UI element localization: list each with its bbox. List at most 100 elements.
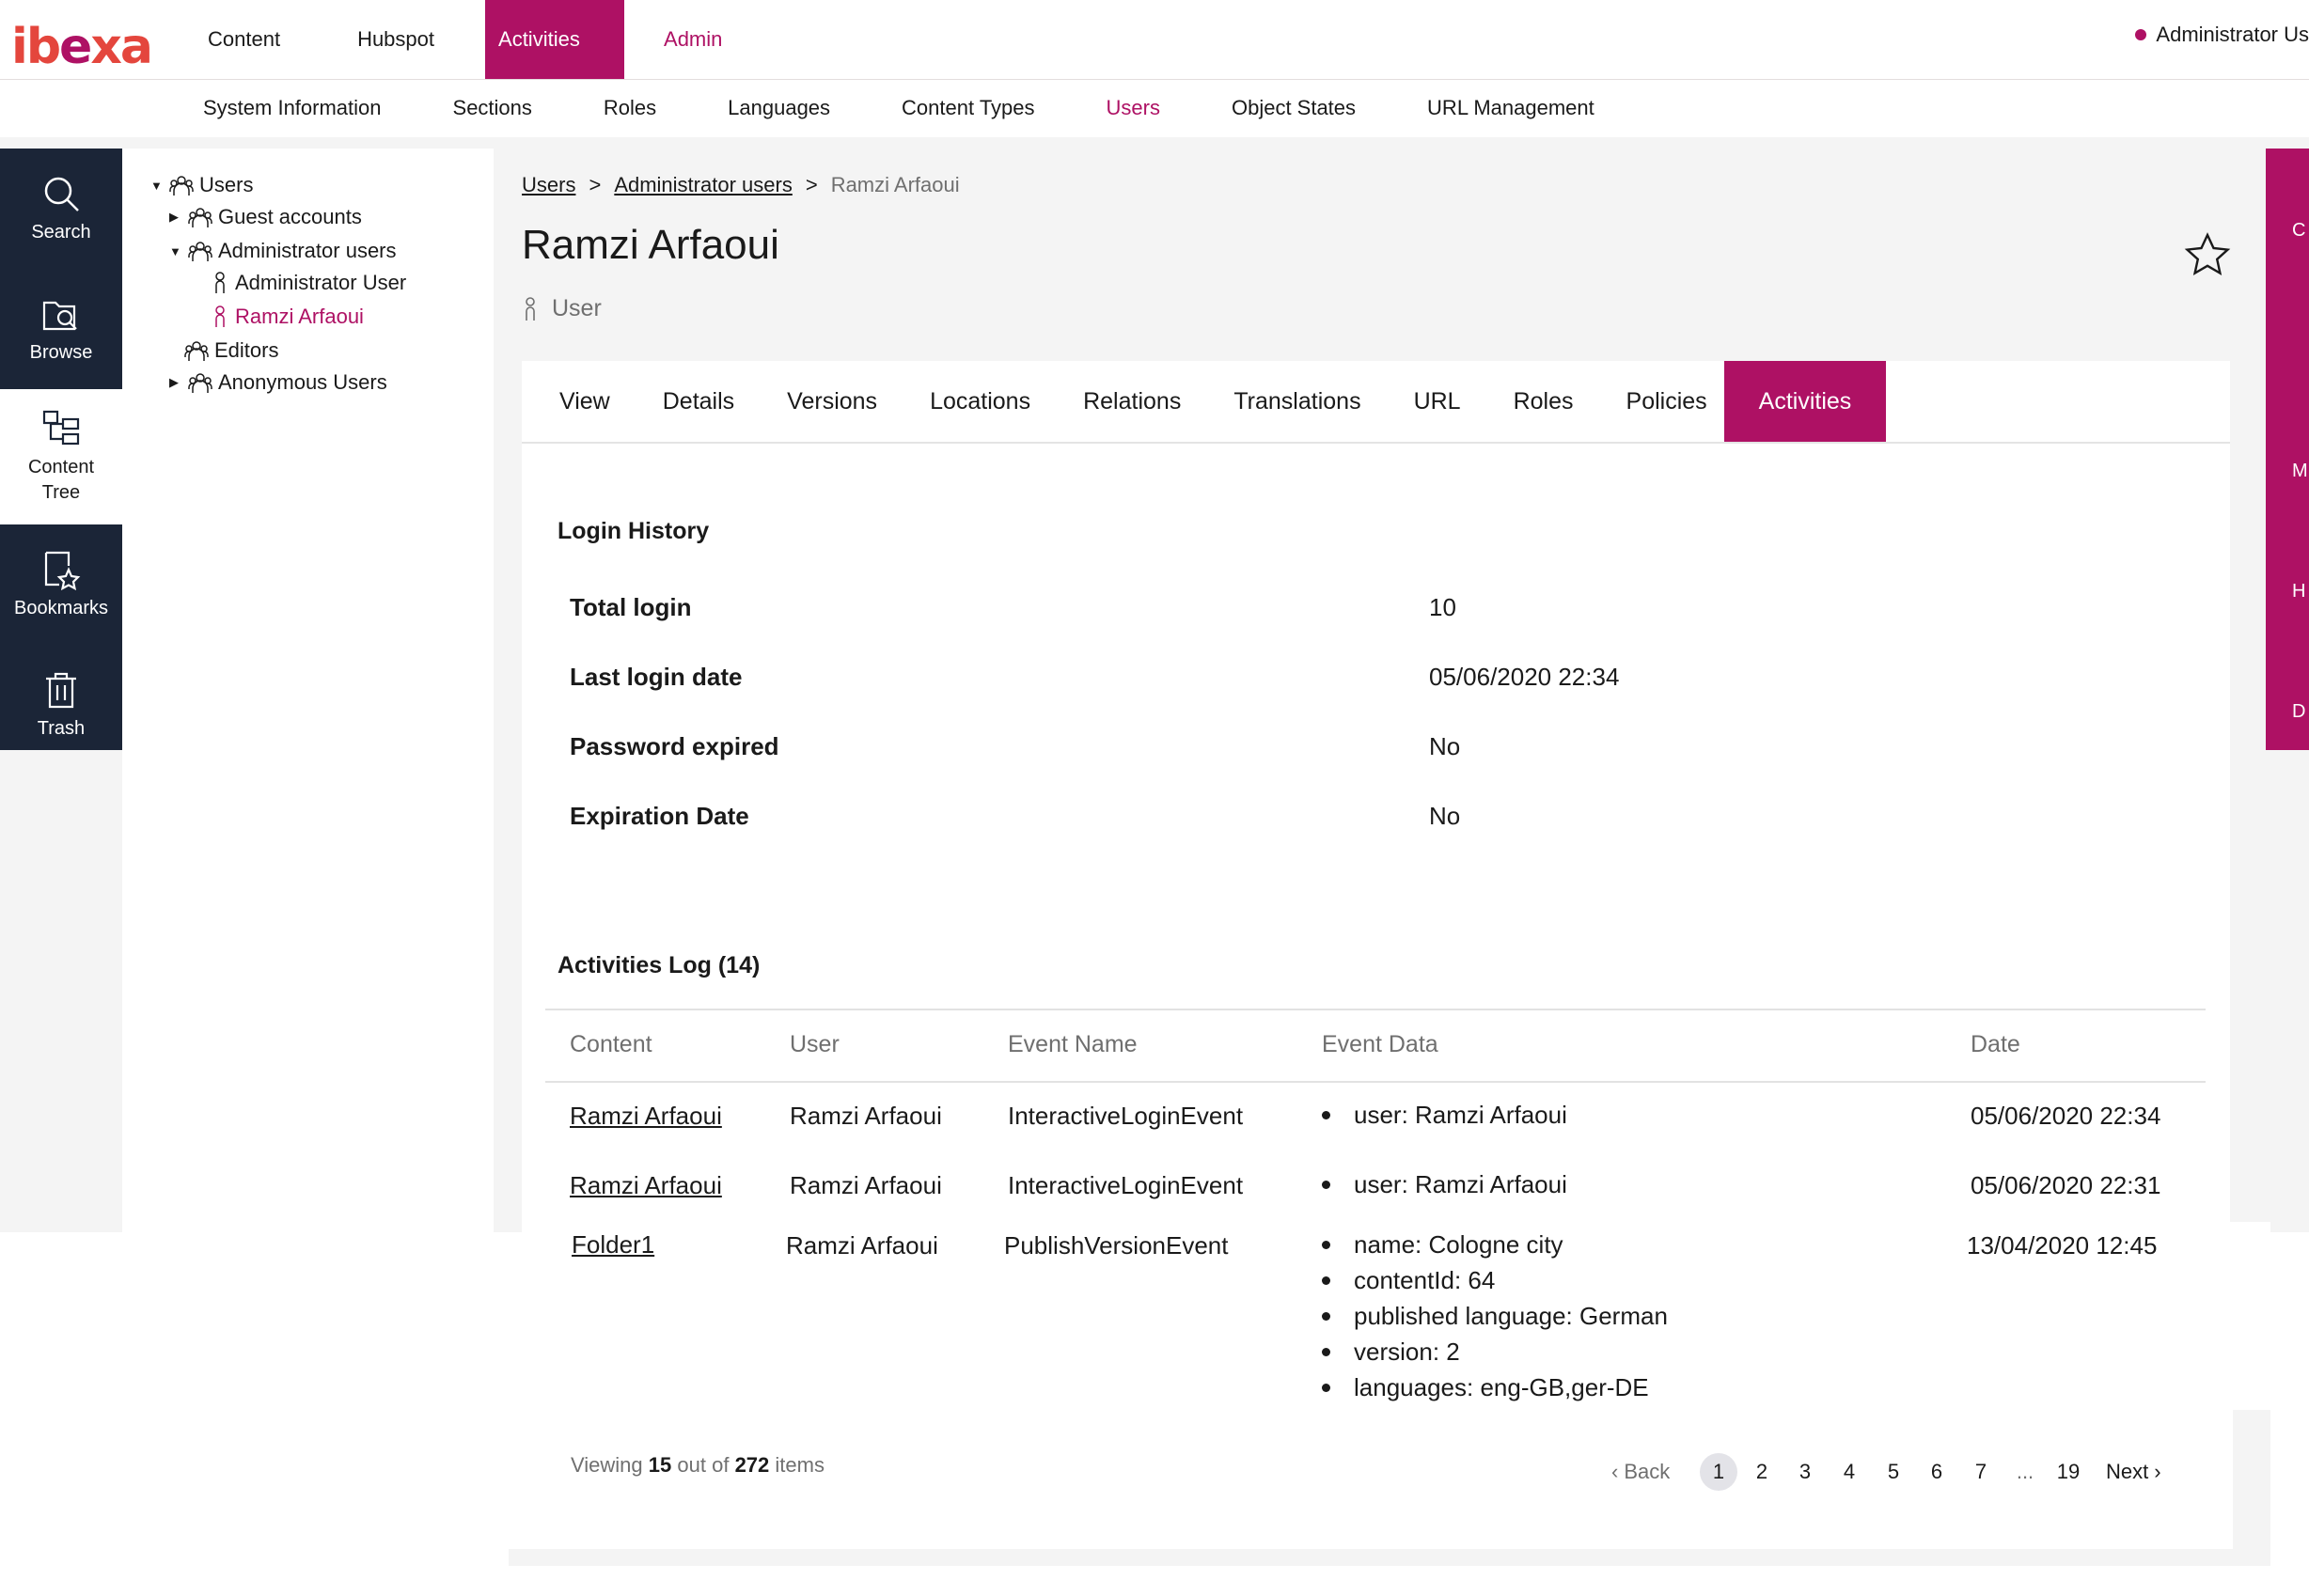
viewing-prefix: Viewing (571, 1453, 643, 1477)
pagination-ellipsis: ... (2016, 1460, 2034, 1483)
caret-collapsed-icon[interactable]: ▶ (169, 375, 182, 390)
tree-node-label: Administrator users (218, 239, 397, 262)
topnav-activities[interactable]: Activities (485, 0, 625, 79)
user-menu[interactable]: Administrator Us (2135, 23, 2309, 47)
subnav-system-information[interactable]: System Information (167, 80, 417, 136)
pagination-page-6[interactable]: 6 (1927, 1453, 1946, 1491)
total-login-label: Total login (570, 593, 692, 621)
bookmarks-icon (44, 551, 81, 590)
column-header-date: Date (1971, 1031, 2020, 1057)
sidebar-search-label: Search (31, 221, 91, 243)
bookmark-star-icon[interactable] (2183, 231, 2232, 280)
sidebar-browse-label: Browse (29, 341, 93, 363)
subnav-object-states[interactable]: Object States (1196, 80, 1391, 136)
row-2-user: Ramzi Arfaoui (790, 1171, 942, 1199)
content-tree-icon (42, 410, 80, 446)
tree-node-editors[interactable]: Editors (184, 338, 278, 363)
pagination-page-7[interactable]: 7 (1971, 1453, 1990, 1491)
tab-url[interactable]: URL (1388, 361, 1487, 442)
activities-log-heading: Activities Log (14) (558, 952, 761, 978)
pagination-page-3[interactable]: 3 (1796, 1453, 1814, 1491)
sidebar-trash-button[interactable]: Trash (0, 645, 122, 765)
user-icon (215, 272, 225, 293)
right-action-panel[interactable]: C M H D (2266, 149, 2309, 750)
column-header-event-data: Event Data (1322, 1031, 1438, 1057)
tab-versions[interactable]: Versions (761, 361, 903, 442)
topnav-content[interactable]: Content (177, 0, 314, 79)
tree-node-users[interactable]: ▼ Users (150, 173, 253, 197)
tab-policies[interactable]: Policies (1600, 361, 1724, 442)
pagination-next-button[interactable]: Next › (2106, 1453, 2161, 1491)
tree-node-administrator-users[interactable]: ▼ Administrator users (169, 239, 397, 263)
breadcrumb-users-link[interactable]: Users (522, 173, 575, 196)
pagination-page-2[interactable]: 2 (1752, 1453, 1771, 1491)
ibexa-logo[interactable]: ibexa (11, 19, 153, 75)
trash-icon (46, 672, 76, 708)
tab-roles[interactable]: Roles (1487, 361, 1600, 442)
breadcrumb-separator: > (805, 173, 818, 196)
pagination-next-label: Next (2106, 1460, 2149, 1483)
sidebar-browse-button[interactable]: Browse (0, 269, 122, 389)
expiration-date-value: No (1429, 802, 1461, 830)
breadcrumb-current: Ramzi Arfaoui (830, 173, 960, 196)
tree-node-label: Guest accounts (218, 205, 362, 228)
row-1-content-link[interactable]: Ramzi Arfaoui (570, 1102, 722, 1131)
admin-sub-navigation: System Information Sections Roles Langua… (0, 80, 2309, 136)
right-panel-letter: C (2292, 220, 2306, 241)
sidebar-bookmarks-button[interactable]: Bookmarks (0, 524, 122, 645)
row-1-date: 05/06/2020 22:34 (1971, 1102, 2161, 1130)
login-history-heading: Login History (558, 518, 710, 544)
search-icon (44, 177, 79, 211)
tab-activities[interactable]: Activities (1723, 361, 1887, 442)
pagination-page-4[interactable]: 4 (1840, 1453, 1859, 1491)
total-login-value: 10 (1429, 593, 1456, 621)
caret-expanded-icon[interactable]: ▼ (169, 244, 182, 258)
tree-node-label: Editors (214, 338, 279, 362)
tree-node-administrator-user[interactable]: Administrator User (211, 271, 406, 295)
tab-details[interactable]: Details (636, 361, 761, 442)
pagination-page-1[interactable]: 1 (1700, 1453, 1737, 1491)
caret-collapsed-icon[interactable]: ▶ (169, 210, 182, 225)
row-2-content-link[interactable]: Ramzi Arfaoui (570, 1171, 722, 1200)
breadcrumb-administrator-users-link[interactable]: Administrator users (614, 173, 793, 196)
sidebar-content-tree-button[interactable]: Content Tree (0, 389, 122, 524)
tree-node-anonymous-users[interactable]: ▶ Anonymous Users (169, 370, 387, 395)
pagination-back-button[interactable]: ‹ Back (1611, 1453, 1670, 1491)
last-login-date-value: 05/06/2020 22:34 (1429, 663, 1620, 691)
event-data-item: contentId: 64 (1316, 1262, 1668, 1298)
row-3-content-link[interactable]: Folder1 (572, 1230, 654, 1260)
tab-relations[interactable]: Relations (1057, 361, 1207, 442)
sidebar-bookmarks-label: Bookmarks (13, 597, 109, 618)
password-expired-value: No (1429, 732, 1461, 760)
status-dot-icon (2135, 29, 2147, 40)
caret-expanded-icon[interactable]: ▼ (150, 179, 164, 193)
gutter-white (2233, 1222, 2270, 1410)
sidebar-search-button[interactable]: Search (0, 149, 122, 269)
tree-node-label: Users (199, 173, 254, 196)
subnav-users[interactable]: Users (1071, 80, 1196, 136)
tab-translations[interactable]: Translations (1207, 361, 1387, 442)
row-2-event-name: InteractiveLoginEvent (1008, 1171, 1244, 1199)
subnav-url-management[interactable]: URL Management (1391, 80, 1630, 136)
tree-node-label: Anonymous Users (218, 370, 387, 394)
expiration-date-label: Expiration Date (570, 802, 749, 830)
pagination-page-5[interactable]: 5 (1884, 1453, 1903, 1491)
subnav-roles[interactable]: Roles (568, 80, 692, 136)
row-2-date: 05/06/2020 22:31 (1971, 1171, 2161, 1199)
topnav-hubspot[interactable]: Hubspot (314, 0, 468, 79)
user-group-icon (188, 208, 212, 227)
user-name: Administrator Us (2156, 23, 2309, 46)
subnav-sections[interactable]: Sections (417, 80, 568, 136)
table-top-border (545, 1009, 2206, 1010)
subnav-content-types[interactable]: Content Types (866, 80, 1070, 136)
sidebar-content-tree-label: Content Tree (27, 457, 95, 503)
topnav-admin[interactable]: Admin (624, 0, 750, 79)
tab-locations[interactable]: Locations (903, 361, 1057, 442)
tab-view[interactable]: View (522, 361, 636, 442)
tree-node-ramzi-arfaoui[interactable]: Ramzi Arfaoui (211, 305, 364, 329)
pagination-page-19[interactable]: 19 (2053, 1453, 2083, 1491)
subnav-languages[interactable]: Languages (692, 80, 866, 136)
tree-node-guest-accounts[interactable]: ▶ Guest accounts (169, 205, 362, 229)
event-data-item: published language: German (1316, 1298, 1668, 1334)
column-header-event-name: Event Name (1008, 1031, 1138, 1057)
